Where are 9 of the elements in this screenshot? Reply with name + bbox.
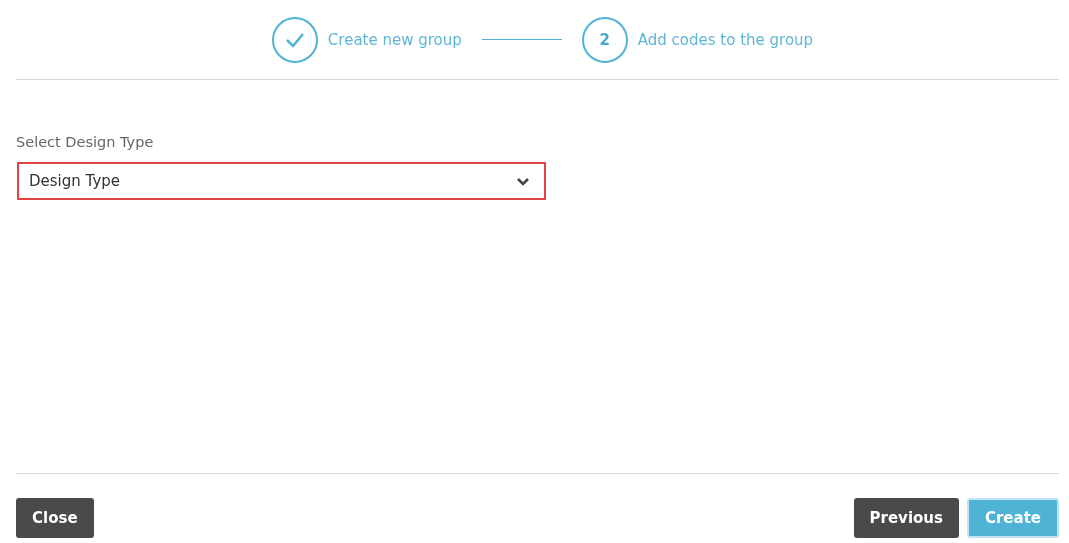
chevron-down-icon (516, 176, 530, 186)
step-label: Create new group (327, 30, 462, 49)
step-number: 2 (581, 16, 628, 63)
field-label: Select Design Type (16, 134, 154, 150)
close-button[interactable]: Close (16, 498, 94, 538)
checkmark-icon (284, 31, 305, 48)
design-type-select[interactable]: Design Type (17, 162, 546, 200)
step-label: Add codes to the group (637, 30, 814, 49)
previous-button[interactable]: Previous (853, 498, 959, 538)
